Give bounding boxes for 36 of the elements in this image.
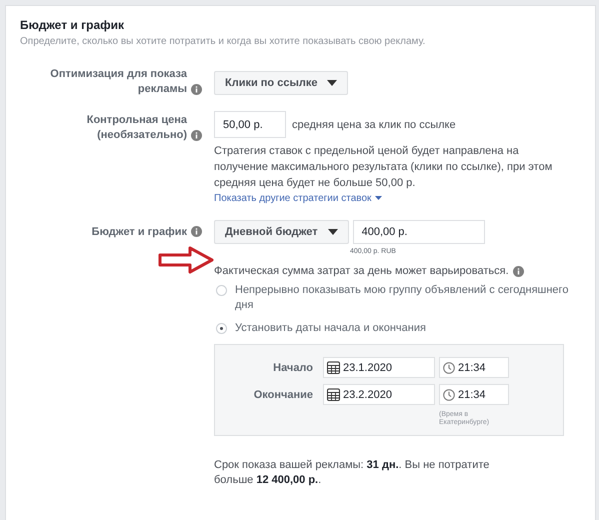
- clock-icon: [443, 362, 455, 374]
- caret-icon: [327, 80, 338, 86]
- section-title: Бюджет и график: [20, 18, 126, 32]
- info-icon[interactable]: [512, 266, 524, 276]
- field-label: Бюджет и график: [92, 224, 187, 240]
- section-subtitle: Определите, сколько вы хотите потратить и когда вы хотите показывать свою рекламу.: [20, 36, 426, 47]
- date-label: Начало: [272, 362, 314, 374]
- optimization-dropdown[interactable]: Клики по ссылке: [214, 71, 348, 95]
- radio-label: Установить даты начала и окончания: [235, 321, 427, 336]
- date-field[interactable]: 23.1.2020: [323, 357, 435, 378]
- time-field[interactable]: 21:34: [439, 384, 509, 405]
- bid-cap-field[interactable]: 50,00 р.: [214, 111, 286, 138]
- bid-cap-hint: средняя цена за клик по ссылке: [292, 118, 456, 130]
- radio-button[interactable]: [216, 285, 227, 296]
- time-field[interactable]: 21:34: [439, 357, 509, 378]
- schedule-summary: Срок показа вашей рекламы: 31 дн.. Вы не потратите больше 12 400,00 р..: [214, 458, 490, 488]
- budget-note: Фактическая сумма затрат за день может варьироваться.: [214, 265, 509, 277]
- calendar-icon: [327, 388, 340, 401]
- info-icon[interactable]: [191, 84, 202, 95]
- field-label: Контрольная цена (необязательно): [86, 113, 187, 143]
- caret-icon: [375, 196, 382, 200]
- bid-strategy-description: Стратегия ставок с предельной ценой будет направлена на получение максимального результата (клики по ссылке), при этом средняя цена будет не больше 50,00 р.: [214, 144, 554, 191]
- budget-amount-field[interactable]: 400,00 р.: [352, 220, 485, 244]
- clock-icon: [443, 388, 455, 400]
- budget-type-dropdown[interactable]: Дневной бюджет: [214, 220, 349, 244]
- info-icon[interactable]: [191, 130, 202, 141]
- arrow-icon: [158, 246, 214, 274]
- date-label: Окончание: [252, 388, 314, 400]
- bid-strategies-link[interactable]: Показать другие стратегии ставок: [214, 193, 382, 204]
- caret-icon: [328, 229, 338, 235]
- radio-button[interactable]: [216, 323, 227, 334]
- calendar-icon: [327, 361, 340, 374]
- info-icon[interactable]: [191, 226, 202, 236]
- field-label: Оптимизация для показа рекламы: [49, 67, 187, 97]
- date-field[interactable]: 23.2.2020: [323, 384, 435, 405]
- radio-label: Непрерывно показывать мою группу объявлений с сегодняшнего дня: [235, 283, 570, 313]
